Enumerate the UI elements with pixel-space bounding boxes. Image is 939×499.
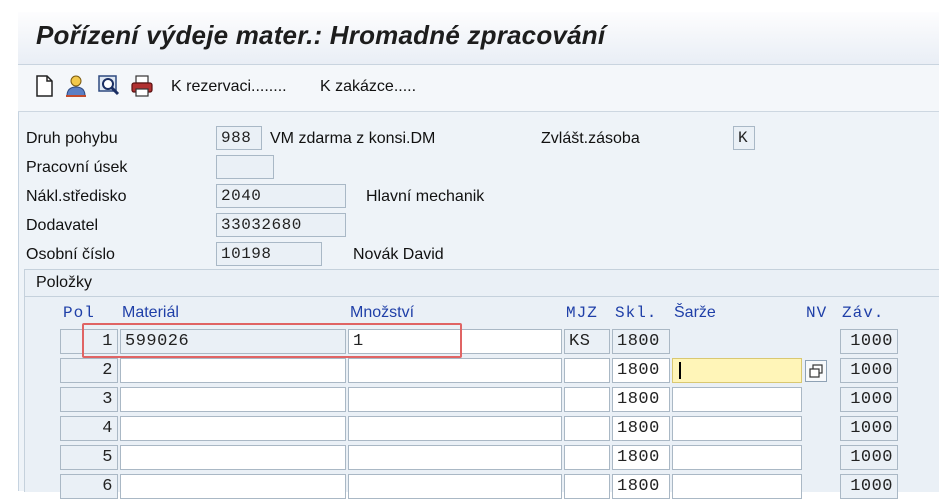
row-4-plant[interactable]: 1000	[840, 416, 898, 441]
row-2-uom[interactable]	[564, 358, 610, 383]
row-3-pol: 3	[60, 387, 118, 412]
supplier-field[interactable]: 33032680	[216, 213, 346, 237]
row-4-pol: 4	[60, 416, 118, 441]
movement-type-label: Druh pohybu	[26, 130, 118, 147]
row-2-batch[interactable]	[672, 358, 802, 383]
row-5-quantity[interactable]	[348, 445, 562, 470]
row-6-pol: 6	[60, 474, 118, 499]
row-6-batch[interactable]	[672, 474, 802, 499]
new-document-icon[interactable]	[31, 73, 57, 99]
to-order-button[interactable]: K zakázce.....	[320, 78, 416, 96]
row-3-quantity[interactable]	[348, 387, 562, 412]
row-6-uom[interactable]	[564, 474, 610, 499]
row-3-uom[interactable]	[564, 387, 610, 412]
row-3-material[interactable]	[120, 387, 346, 412]
row-6-material[interactable]	[120, 474, 346, 499]
row-5-batch[interactable]	[672, 445, 802, 470]
col-header-plant: Záv.	[842, 304, 885, 322]
work-section-label: Pracovní úsek	[26, 159, 128, 176]
col-header-nv: NV	[806, 304, 828, 322]
cost-center-text: Hlavní mechanik	[366, 188, 485, 205]
row-6-quantity[interactable]	[348, 474, 562, 499]
printer-icon[interactable]	[129, 73, 155, 99]
personnel-number-label: Osobní číslo	[26, 246, 115, 263]
supplier-label: Dodavatel	[26, 217, 99, 234]
row-3-plant[interactable]: 1000	[840, 387, 898, 412]
special-stock-field[interactable]: K	[733, 126, 755, 150]
screen-title: Pořízení výdeje mater.: Hromadné zpracov…	[36, 20, 606, 50]
row-2-plant[interactable]: 1000	[840, 358, 898, 383]
row-1-storage[interactable]: 1800	[612, 329, 670, 354]
row-4-material[interactable]	[120, 416, 346, 441]
value-help-icon	[809, 364, 823, 378]
personnel-name-text: Novák David	[353, 246, 444, 263]
movement-type-text: VM zdarma z konsi.DM	[270, 130, 436, 147]
row-6-storage[interactable]: 1800	[612, 474, 670, 499]
row-3-storage[interactable]: 1800	[612, 387, 670, 412]
personnel-number-field[interactable]: 10198	[216, 242, 322, 266]
row-5-material[interactable]	[120, 445, 346, 470]
col-header-uom: MJZ	[566, 304, 598, 322]
row-5-uom[interactable]	[564, 445, 610, 470]
to-reservation-button[interactable]: K rezervaci........	[171, 78, 287, 96]
row-4-uom[interactable]	[564, 416, 610, 441]
col-header-quantity: Množství	[350, 304, 415, 321]
row-5-pol: 5	[60, 445, 118, 470]
movement-type-field[interactable]: 988	[216, 126, 262, 150]
row-4-batch[interactable]	[672, 416, 802, 441]
row-4-storage[interactable]: 1800	[612, 416, 670, 441]
row-6-plant[interactable]: 1000	[840, 474, 898, 499]
cost-center-field[interactable]: 2040	[216, 184, 346, 208]
row-5-storage[interactable]: 1800	[612, 445, 670, 470]
row-1-uom[interactable]: KS	[564, 329, 610, 354]
find-icon[interactable]	[96, 73, 122, 99]
cost-center-label: Nákl.středisko	[26, 188, 127, 205]
row-4-quantity[interactable]	[348, 416, 562, 441]
application-toolbar	[18, 65, 939, 112]
row-1-plant[interactable]: 1000	[840, 329, 898, 354]
person-icon[interactable]	[63, 73, 89, 99]
row-2-quantity[interactable]	[348, 358, 562, 383]
row-2-material[interactable]	[120, 358, 346, 383]
work-section-field[interactable]	[216, 155, 274, 179]
col-header-pol: Pol	[63, 304, 95, 322]
text-cursor	[679, 362, 681, 379]
row-2-storage[interactable]: 1800	[612, 358, 670, 383]
group-divider	[24, 296, 939, 297]
col-header-batch: Šarže	[674, 304, 716, 321]
row-2-pol: 2	[60, 358, 118, 383]
value-help-button[interactable]	[805, 360, 827, 382]
col-header-storage: Skl.	[615, 304, 658, 322]
items-group-title: Položky	[36, 274, 93, 291]
special-stock-label: Zvlášt.zásoba	[541, 130, 640, 147]
col-header-material: Materiál	[122, 304, 179, 321]
highlight-box	[82, 323, 462, 358]
row-3-batch[interactable]	[672, 387, 802, 412]
row-5-plant[interactable]: 1000	[840, 445, 898, 470]
